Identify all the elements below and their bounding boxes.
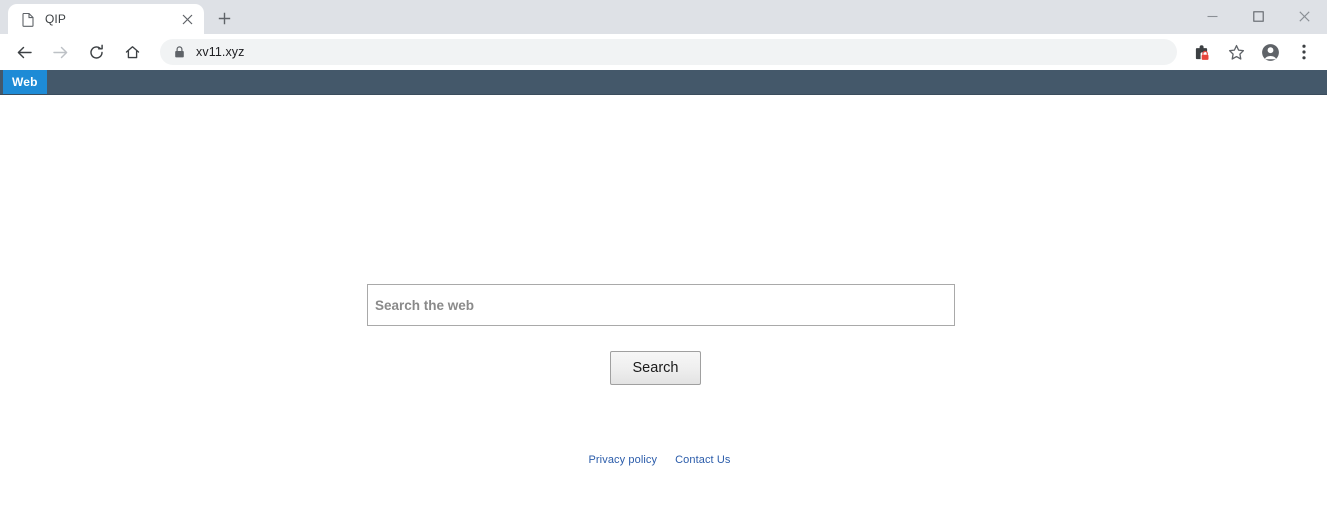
more-menu-icon[interactable] [1290, 38, 1318, 66]
account-icon[interactable] [1256, 38, 1284, 66]
window-controls [1189, 0, 1327, 32]
search-box[interactable] [367, 284, 955, 326]
close-icon[interactable] [1281, 0, 1327, 32]
search-area: Search [0, 284, 1327, 385]
reload-icon[interactable] [82, 38, 110, 66]
maximize-icon[interactable] [1235, 0, 1281, 32]
new-tab-button[interactable] [210, 4, 238, 32]
page-icon [20, 11, 36, 27]
lock-icon [172, 45, 186, 59]
privacy-policy-link[interactable]: Privacy policy [588, 454, 657, 466]
footer-links: Privacy policy Contact Us [0, 454, 1327, 466]
contact-us-link[interactable]: Contact Us [675, 454, 730, 466]
search-button[interactable]: Search [610, 351, 701, 385]
close-tab-icon[interactable] [178, 10, 196, 28]
browser-window: QIP xv11.xyz Web Search the web Search P… [0, 0, 1327, 527]
address-bar-url: xv11.xyz [196, 45, 245, 59]
page-content: Web Search Privacy policy Contact Us [0, 70, 1327, 527]
back-icon[interactable] [10, 38, 38, 66]
search-input[interactable] [375, 285, 947, 325]
toolbar-right-icons [1185, 38, 1321, 66]
browser-tab-qip[interactable]: QIP [8, 4, 204, 34]
forward-icon [46, 38, 74, 66]
browser-tab-title: QIP [45, 12, 66, 26]
address-bar[interactable]: xv11.xyz [160, 39, 1177, 65]
site-nav-bar: Web [0, 70, 1327, 95]
minimize-icon[interactable] [1189, 0, 1235, 32]
home-icon[interactable] [118, 38, 146, 66]
site-nav-tab-web[interactable]: Web [3, 70, 47, 94]
star-icon[interactable] [1222, 38, 1250, 66]
browser-toolbar: xv11.xyz [0, 34, 1327, 70]
tab-strip: QIP [0, 0, 1327, 34]
extension-icon[interactable] [1188, 38, 1216, 66]
